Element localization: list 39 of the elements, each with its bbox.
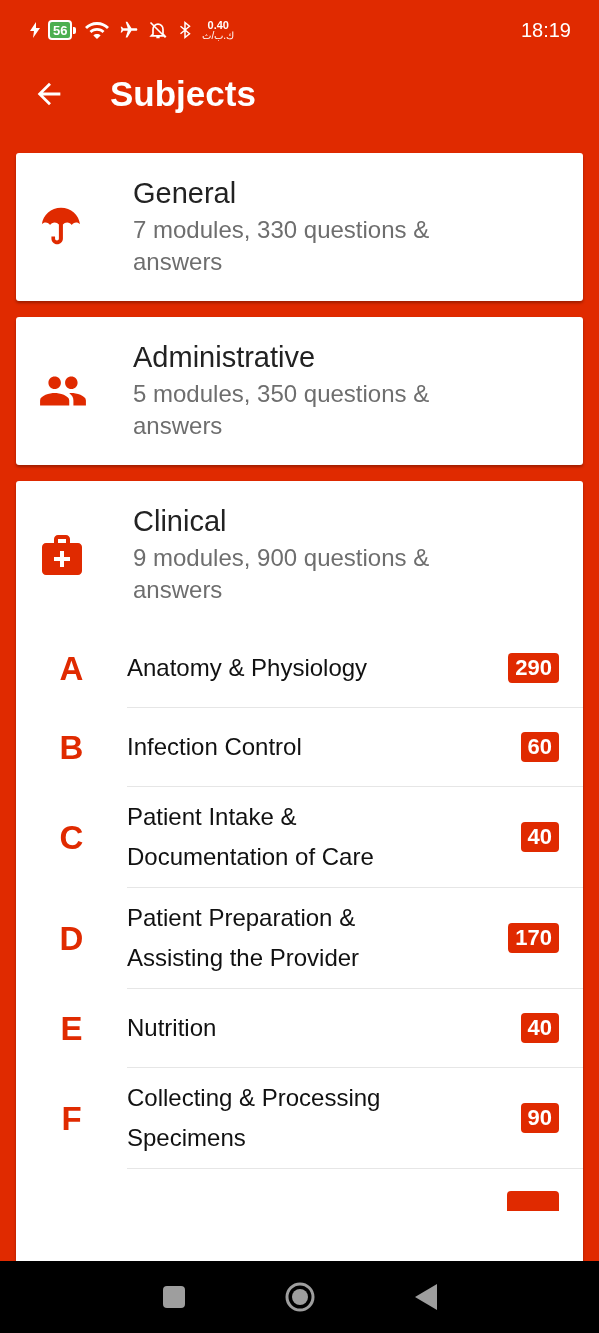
- module-letter: F: [60, 1099, 83, 1138]
- module-letter: E: [59, 1009, 84, 1048]
- subject-title: Clinical: [133, 504, 228, 538]
- module-name[interactable]: Anatomy & Physiology: [127, 648, 417, 688]
- subject-card[interactable]: Administrative 5 modules, 350 questions & answers: [16, 317, 583, 465]
- charging-icon: [30, 22, 40, 38]
- speed-unit: ك.ب/ث: [202, 30, 235, 41]
- recents-button[interactable]: [162, 1286, 185, 1308]
- subject-card[interactable]: [16, 481, 583, 1261]
- module-name[interactable]: Nutrition: [127, 1008, 417, 1048]
- home-button[interactable]: [284, 1282, 315, 1312]
- subject-title: General: [133, 176, 238, 210]
- subject-summary: 5 modules, 350 questions & answers: [133, 378, 431, 441]
- module-name[interactable]: Infection Control: [127, 727, 417, 767]
- battery-icon: 56: [48, 20, 73, 40]
- question-count-badge: 40: [520, 1013, 559, 1043]
- subject-summary: 9 modules, 900 questions & answers: [133, 542, 431, 605]
- question-count-badge: 60: [520, 732, 559, 762]
- question-count-badge: 40: [520, 822, 559, 852]
- network-speed: 0.40: [207, 19, 229, 31]
- page-title: Subjects: [110, 74, 256, 114]
- clock: 18:19: [520, 18, 571, 42]
- module-letter: D: [58, 919, 85, 958]
- question-count-badge: 170: [508, 923, 559, 953]
- question-count-badge: 90: [520, 1103, 559, 1133]
- muted-bell-icon: [148, 20, 169, 40]
- module-letter: B: [58, 728, 85, 767]
- subject-title: Administrative: [133, 340, 317, 374]
- module-letter: A: [58, 649, 85, 688]
- subject-card[interactable]: General 7 modules, 330 questions & answers: [16, 153, 583, 301]
- back-nav-button[interactable]: [414, 1284, 437, 1310]
- wifi-icon: [84, 20, 111, 40]
- module-name[interactable]: Patient Intake & Documentation of Care: [127, 797, 417, 877]
- question-count-badge: 290: [508, 653, 559, 683]
- module-name[interactable]: Patient Preparation & Assisting the Provider: [127, 898, 417, 978]
- subject-summary: 7 modules, 330 questions & answers: [133, 214, 431, 277]
- module-letter: C: [58, 818, 85, 857]
- badge-edge: [507, 1191, 559, 1211]
- module-name[interactable]: Collecting & Processing Specimens: [127, 1078, 417, 1158]
